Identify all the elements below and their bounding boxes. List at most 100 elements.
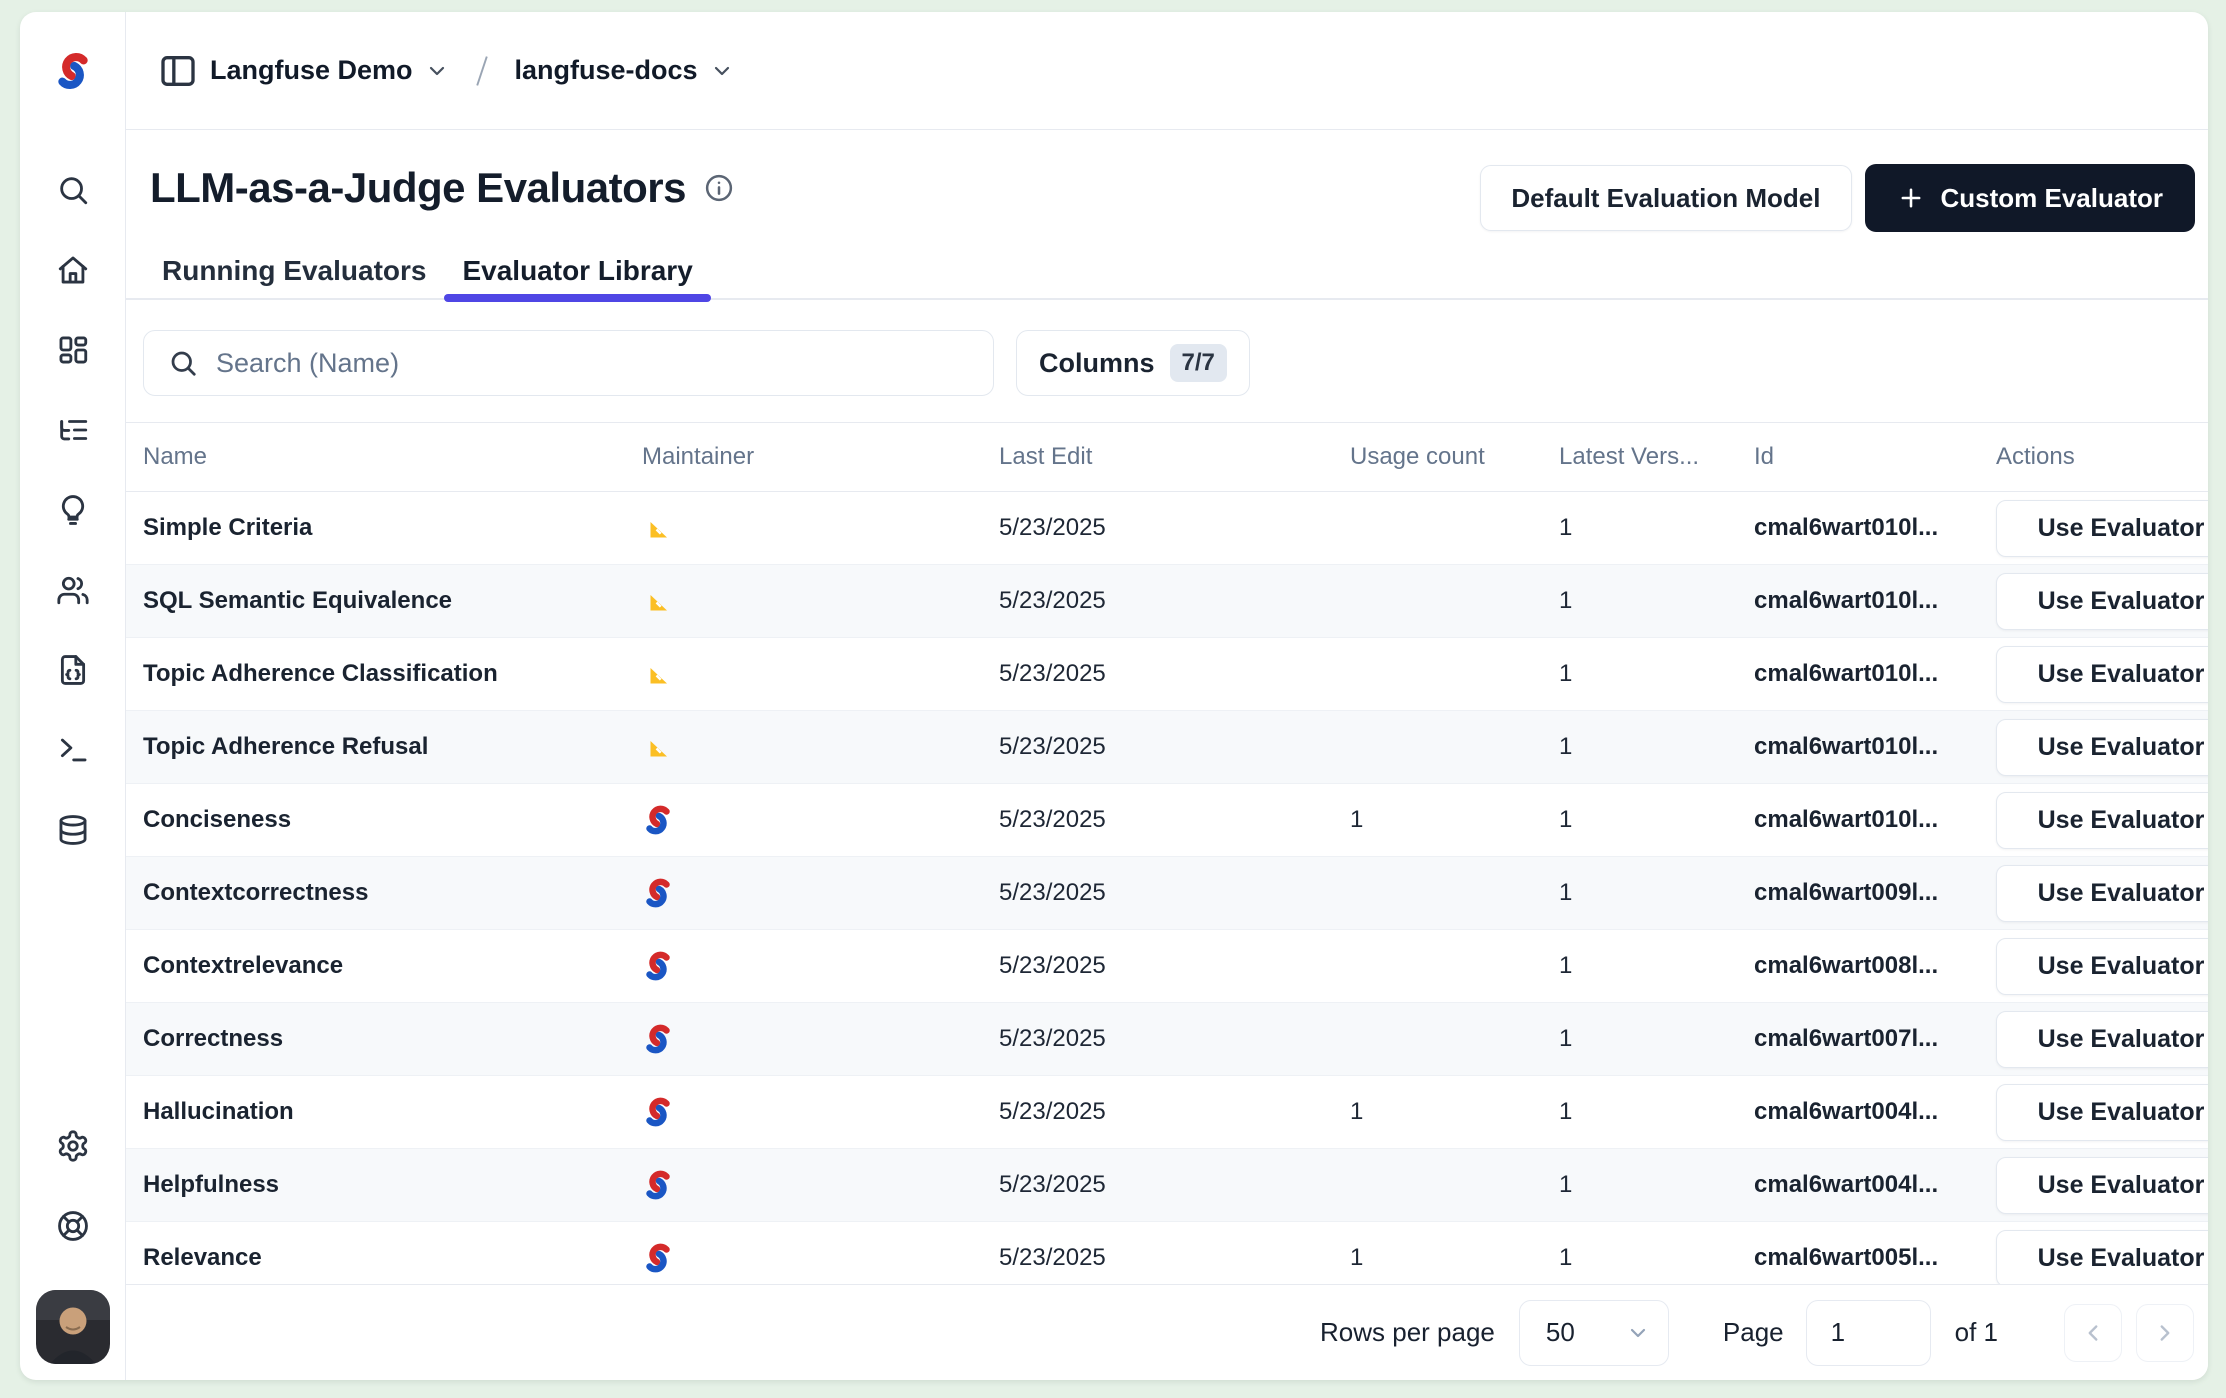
use-evaluator-button[interactable]: Use Evaluator — [1996, 1084, 2208, 1141]
use-evaluator-button[interactable]: Use Evaluator — [1996, 500, 2208, 557]
search-input[interactable] — [216, 348, 969, 379]
latest-version-cell: 1 — [1559, 952, 1754, 980]
search-icon[interactable] — [55, 172, 91, 208]
langfuse-logo-icon — [53, 12, 93, 130]
latest-version-cell: 1 — [1559, 1098, 1754, 1126]
datasets-icon[interactable] — [55, 812, 91, 848]
users-icon[interactable] — [55, 572, 91, 608]
table-row[interactable]: Contextrelevance 5/23/2025 1 cmal6wart00… — [126, 930, 2208, 1003]
settings-gear-icon[interactable] — [55, 1128, 91, 1164]
latest-version-cell: 1 — [1559, 514, 1754, 542]
table-row[interactable]: Helpfulness 5/23/2025 1 cmal6wart004l...… — [126, 1149, 2208, 1222]
evaluator-name: Simple Criteria — [143, 514, 642, 542]
use-evaluator-button[interactable]: Use Evaluator — [1996, 573, 2208, 630]
column-header-name: Name — [143, 443, 642, 471]
id-cell: cmal6wart004l... — [1754, 1171, 1996, 1199]
table-row[interactable]: SQL Semantic Equivalence 5/23/2025 1 cma… — [126, 565, 2208, 638]
evaluator-name: Correctness — [143, 1025, 642, 1053]
table-row[interactable]: Topic Adherence Classification 5/23/2025… — [126, 638, 2208, 711]
breadcrumb-project[interactable]: langfuse-docs — [515, 55, 698, 86]
table-row[interactable]: Relevance 5/23/2025 1 1 cmal6wart005l...… — [126, 1222, 2208, 1284]
last-edit-cell: 5/23/2025 — [999, 514, 1350, 542]
maintainer-cell — [642, 1096, 674, 1128]
topbar: Langfuse Demo langfuse-docs — [126, 12, 2208, 130]
table-row[interactable]: Hallucination 5/23/2025 1 1 cmal6wart004… — [126, 1076, 2208, 1149]
last-edit-cell: 5/23/2025 — [999, 587, 1350, 615]
next-page-button[interactable] — [2136, 1304, 2194, 1362]
use-evaluator-button[interactable]: Use Evaluator — [1996, 1011, 2208, 1068]
last-edit-cell: 5/23/2025 — [999, 1025, 1350, 1053]
maintainer-cell — [642, 658, 674, 690]
table-row[interactable]: Conciseness 5/23/2025 1 1 cmal6wart010l.… — [126, 784, 2208, 857]
tab-running-evaluators[interactable]: Running Evaluators — [144, 244, 444, 298]
maintainer-cell — [642, 1242, 674, 1274]
langfuse-icon — [642, 1242, 674, 1274]
prompts-icon[interactable] — [55, 652, 91, 688]
use-evaluator-button[interactable]: Use Evaluator — [1996, 719, 2208, 776]
latest-version-cell: 1 — [1559, 806, 1754, 834]
breadcrumb-organization[interactable]: Langfuse Demo — [210, 55, 413, 86]
langfuse-icon — [642, 1169, 674, 1201]
use-evaluator-button[interactable]: Use Evaluator — [1996, 938, 2208, 995]
evaluators-table: Name Maintainer Last Edit Usage count La… — [126, 422, 2208, 1284]
columns-button[interactable]: Columns 7/7 — [1016, 330, 1250, 396]
id-cell: cmal6wart010l... — [1754, 733, 1996, 761]
page-title: LLM-as-a-Judge Evaluators — [150, 164, 686, 212]
sidebar-toggle-icon[interactable] — [158, 51, 198, 91]
use-evaluator-button[interactable]: Use Evaluator — [1996, 792, 2208, 849]
table-row[interactable]: Topic Adherence Refusal 5/23/2025 1 cmal… — [126, 711, 2208, 784]
latest-version-cell: 1 — [1559, 733, 1754, 761]
use-evaluator-button[interactable]: Use Evaluator — [1996, 1157, 2208, 1214]
sidebar-bottom — [36, 1128, 110, 1380]
support-lifebuoy-icon[interactable] — [55, 1208, 91, 1244]
latest-version-cell: 1 — [1559, 660, 1754, 688]
table-row[interactable]: Contextcorrectness 5/23/2025 1 cmal6wart… — [126, 857, 2208, 930]
evaluator-name: Conciseness — [143, 806, 642, 834]
langfuse-icon — [642, 950, 674, 982]
search-icon — [168, 348, 198, 378]
id-cell: cmal6wart007l... — [1754, 1025, 1996, 1053]
use-evaluator-button[interactable]: Use Evaluator — [1996, 865, 2208, 922]
column-header-id: Id — [1754, 443, 1996, 471]
table-row[interactable]: Correctness 5/23/2025 1 cmal6wart007l...… — [126, 1003, 2208, 1076]
last-edit-cell: 5/23/2025 — [999, 1098, 1350, 1126]
user-avatar[interactable] — [36, 1290, 110, 1364]
use-evaluator-button[interactable]: Use Evaluator — [1996, 646, 2208, 703]
last-edit-cell: 5/23/2025 — [999, 660, 1350, 688]
maintainer-cell — [642, 512, 674, 544]
chevron-left-icon — [2080, 1320, 2106, 1346]
column-header-actions: Actions — [1996, 443, 2208, 471]
page-number-input[interactable]: 1 — [1806, 1300, 1931, 1366]
home-icon[interactable] — [55, 252, 91, 288]
ragas-icon — [642, 512, 674, 544]
chevron-down-icon[interactable] — [425, 59, 449, 83]
maintainer-cell — [642, 950, 674, 982]
evaluator-name: Relevance — [143, 1244, 642, 1272]
page-header: LLM-as-a-Judge Evaluators Default Evalua… — [126, 130, 2208, 232]
tracing-icon[interactable] — [55, 412, 91, 448]
maintainer-cell — [642, 877, 674, 909]
sidebar-nav — [55, 172, 91, 848]
default-evaluation-model-button[interactable]: Default Evaluation Model — [1480, 165, 1851, 231]
table-row[interactable]: Simple Criteria 5/23/2025 1 cmal6wart010… — [126, 492, 2208, 565]
previous-page-button[interactable] — [2064, 1304, 2122, 1362]
custom-evaluator-button[interactable]: Custom Evaluator — [1865, 164, 2196, 232]
use-evaluator-button[interactable]: Use Evaluator — [1996, 1230, 2208, 1285]
ragas-icon — [642, 658, 674, 690]
pagination-footer: Rows per page 50 Page 1 of 1 — [126, 1284, 2208, 1380]
evaluation-icon[interactable] — [55, 492, 91, 528]
usage-count-cell: 1 — [1350, 806, 1559, 834]
evaluator-name: SQL Semantic Equivalence — [143, 587, 642, 615]
evaluator-name: Hallucination — [143, 1098, 642, 1126]
chevron-right-icon — [2152, 1320, 2178, 1346]
page-label: Page — [1723, 1317, 1784, 1348]
rows-per-page-select[interactable]: 50 — [1519, 1300, 1669, 1366]
info-icon[interactable] — [704, 173, 734, 203]
chevron-down-icon[interactable] — [710, 59, 734, 83]
evaluator-name: Topic Adherence Classification — [143, 660, 642, 688]
playground-terminal-icon[interactable] — [55, 732, 91, 768]
latest-version-cell: 1 — [1559, 1025, 1754, 1053]
dashboards-icon[interactable] — [55, 332, 91, 368]
latest-version-cell: 1 — [1559, 1171, 1754, 1199]
tab-evaluator-library[interactable]: Evaluator Library — [444, 244, 710, 298]
